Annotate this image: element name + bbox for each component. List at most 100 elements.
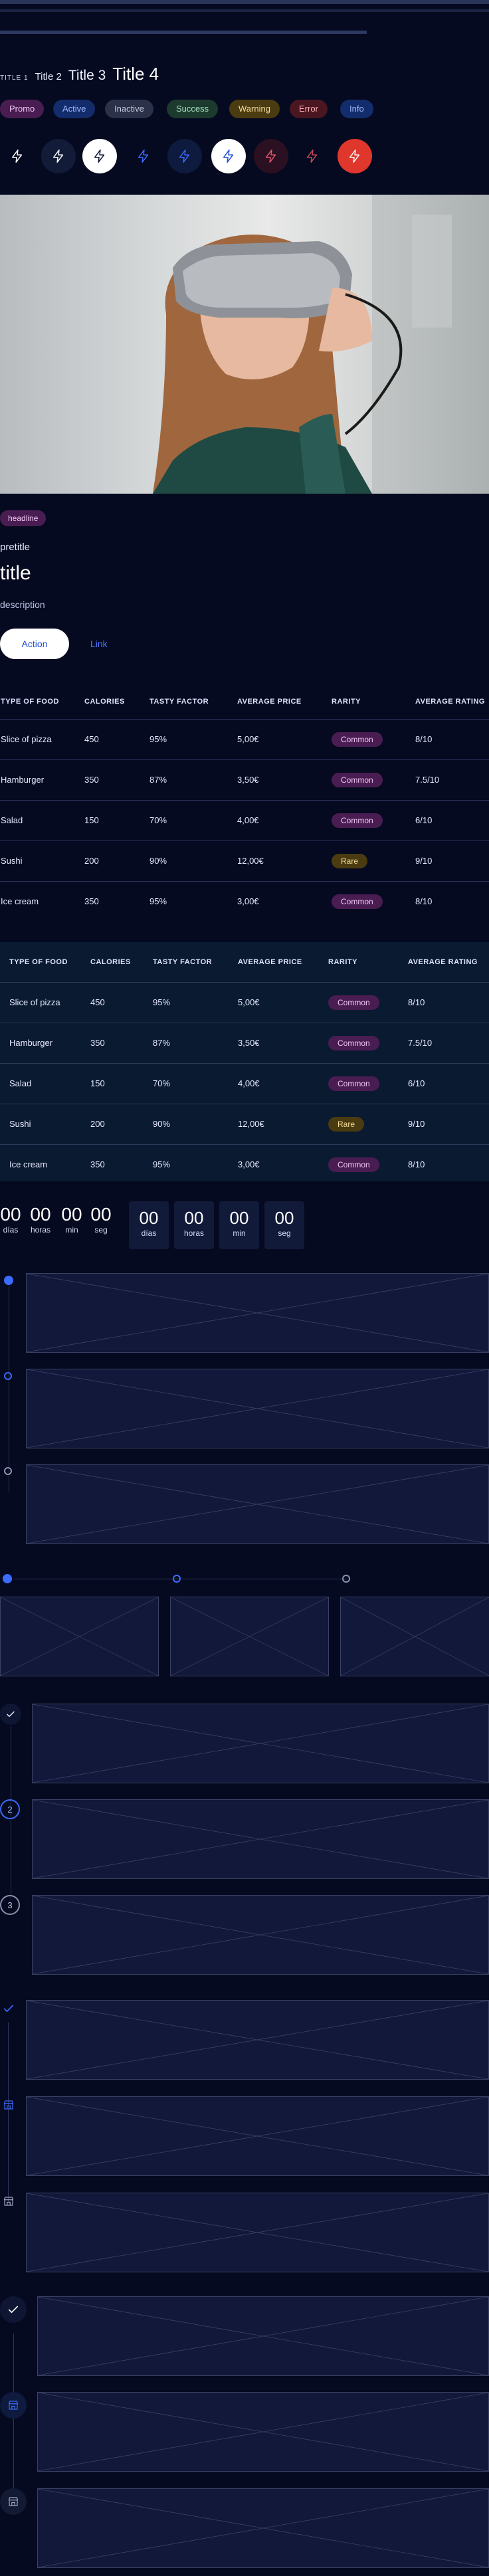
top-progress-line xyxy=(0,31,367,34)
column-header: RARITY xyxy=(332,697,361,706)
placeholder-image xyxy=(37,2296,489,2376)
cell: 200 xyxy=(84,856,99,866)
table-row: Ice cream 350 95% 3,00€ Common 8/10 xyxy=(0,1144,489,1185)
cell: 450 xyxy=(84,734,99,744)
cell: 87% xyxy=(149,775,167,785)
step-current[interactable] xyxy=(0,2096,17,2114)
table-row: Salad 150 70% 4,00€ Common 6/10 xyxy=(0,1063,489,1104)
lightning-button-dark[interactable] xyxy=(41,139,76,173)
step-current[interactable] xyxy=(0,2392,27,2419)
step-dot-current[interactable] xyxy=(4,1372,12,1380)
cell: 12,00€ xyxy=(238,1119,264,1129)
cell: 3,00€ xyxy=(237,896,259,907)
cell: 70% xyxy=(153,1078,171,1088)
placeholder-cross xyxy=(27,1369,488,1448)
food-table: TYPE OF FOOD CALORIES TASTY FACTOR AVERA… xyxy=(0,684,489,922)
badge-warning: Warning xyxy=(229,100,280,118)
placeholder-cross xyxy=(27,2193,488,2272)
badge-error: Error xyxy=(290,100,328,118)
check-icon xyxy=(7,1711,15,1718)
cell: 350 xyxy=(90,1159,105,1170)
countdown-label: seg xyxy=(278,1229,291,1238)
placeholder-cross xyxy=(33,1800,488,1878)
cell: Ice cream xyxy=(1,896,39,907)
cell: 450 xyxy=(90,997,105,1007)
cell: 350 xyxy=(84,896,99,907)
column-header: TASTY FACTOR xyxy=(153,957,213,966)
countdown-minutes: 00 xyxy=(229,1208,249,1228)
hero-image-vr-headset xyxy=(0,195,489,494)
placeholder-cross xyxy=(33,1896,488,1974)
store-icon xyxy=(3,2197,14,2206)
placeholder-image xyxy=(26,2193,489,2272)
cell: 7.5/10 xyxy=(415,775,440,785)
step-completed[interactable] xyxy=(0,2000,17,2017)
cell: Slice of pizza xyxy=(1,734,52,744)
badge-active: Active xyxy=(53,100,96,118)
lightning-button-blue-white[interactable] xyxy=(211,139,246,173)
step-completed[interactable] xyxy=(0,2296,27,2323)
step-dot-active[interactable] xyxy=(4,1276,13,1285)
step-pending[interactable] xyxy=(0,2488,27,2515)
step-dot-pending[interactable] xyxy=(4,1467,12,1475)
cell: Sushi xyxy=(1,856,23,866)
lightning-button-red-plain[interactable] xyxy=(295,139,330,173)
cell: 12,00€ xyxy=(237,856,264,866)
table-row: Hamburger 350 87% 3,50€ Common 7.5/10 xyxy=(0,1023,489,1063)
lightning-button-blue-dark[interactable] xyxy=(167,139,202,173)
rarity-badge: Common xyxy=(332,732,383,747)
cell: 9/10 xyxy=(408,1119,425,1129)
lightning-icon xyxy=(138,149,149,163)
top-bar-secondary xyxy=(0,9,489,12)
link[interactable]: Link xyxy=(90,639,108,649)
column-header: CALORIES xyxy=(90,957,131,966)
cell: 5,00€ xyxy=(238,997,260,1007)
countdown-days: 00 xyxy=(139,1208,159,1228)
countdown-minutes: 00 xyxy=(61,1204,82,1225)
column-header: AVERAGE RATING xyxy=(408,957,478,966)
countdown-seconds: 00 xyxy=(274,1208,294,1228)
step-3-pending[interactable]: 3 xyxy=(0,1895,20,1915)
column-header: AVERAGE PRICE xyxy=(238,957,302,966)
title-2: Title 2 xyxy=(35,71,62,82)
lightning-icon xyxy=(265,149,276,163)
cell: 95% xyxy=(149,896,167,907)
placeholder-cross xyxy=(33,1704,488,1783)
store-icon xyxy=(8,2497,19,2506)
countdown-label: min xyxy=(233,1229,246,1238)
food-table-alt: TYPE OF FOOD CALORIES TASTY FACTOR AVERA… xyxy=(0,942,489,1185)
step-dot-active[interactable] xyxy=(3,1574,12,1583)
step-completed[interactable] xyxy=(0,1704,21,1725)
placeholder-image xyxy=(37,2392,489,2472)
lightning-icon xyxy=(349,149,360,163)
lightning-button-white[interactable] xyxy=(82,139,117,173)
placeholder-cross xyxy=(38,2297,488,2375)
lightning-button-plain[interactable] xyxy=(0,139,35,173)
placeholder-image xyxy=(26,2000,489,2080)
countdown-plain: 00 días 00 horas 00 min 00 seg xyxy=(0,1204,113,1235)
title-4: Title 4 xyxy=(112,64,159,84)
rarity-badge: Common xyxy=(328,1157,379,1172)
cell: 8/10 xyxy=(415,734,433,744)
top-bar xyxy=(0,0,489,4)
table-row: Slice of pizza 450 95% 5,00€ Common 8/10 xyxy=(0,719,489,759)
lightning-button-blue-plain[interactable] xyxy=(126,139,161,173)
action-button[interactable]: Action xyxy=(0,629,69,659)
cell: 150 xyxy=(84,815,99,825)
cell: Ice cream xyxy=(9,1159,48,1170)
cell: 70% xyxy=(149,815,167,825)
step-2-current[interactable]: 2 xyxy=(0,1799,20,1819)
step-dot-pending[interactable] xyxy=(342,1575,350,1583)
lightning-button-red-dark[interactable] xyxy=(254,139,288,173)
lightning-button-red[interactable] xyxy=(338,139,372,173)
badge-info: Info xyxy=(340,100,373,118)
cell: Hamburger xyxy=(1,775,45,785)
store-icon xyxy=(3,2100,14,2110)
cell: Sushi xyxy=(9,1119,31,1129)
step-dot-current[interactable] xyxy=(173,1575,181,1583)
table-row: Sushi 200 90% 12,00€ Rare 9/10 xyxy=(0,1104,489,1144)
lightning-icon xyxy=(52,149,64,163)
rarity-badge: Rare xyxy=(328,1116,365,1132)
step-pending[interactable] xyxy=(0,2193,17,2210)
rarity-badge: Common xyxy=(328,1035,379,1050)
